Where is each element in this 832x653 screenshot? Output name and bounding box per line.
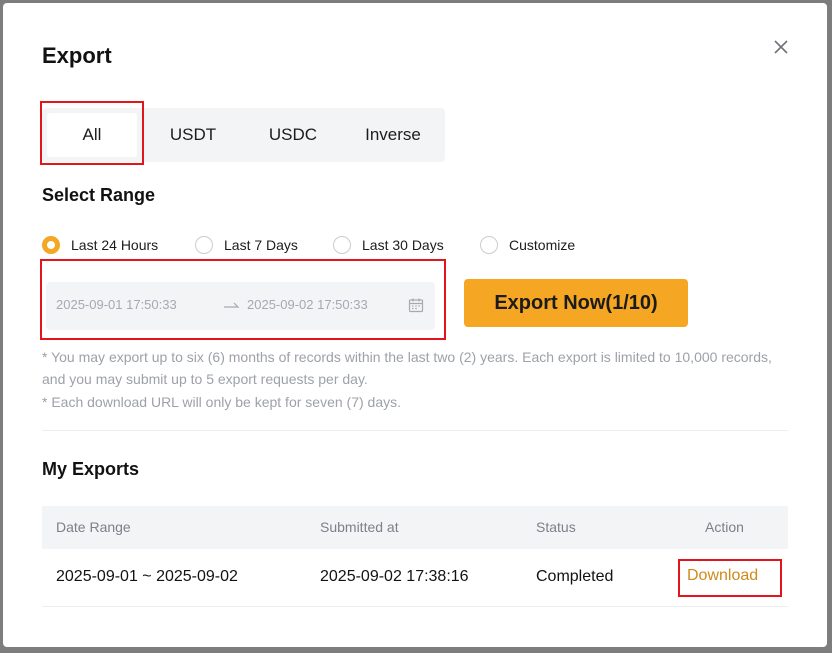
close-button[interactable] — [773, 39, 789, 55]
column-header-action: Action — [705, 519, 744, 535]
end-date-field[interactable]: 2025-09-02 17:50:33 — [247, 297, 368, 312]
calendar-icon[interactable] — [408, 297, 424, 313]
cell-date-range: 2025-09-01 ~ 2025-09-02 — [56, 568, 238, 585]
dialog-title: Export — [42, 43, 112, 68]
select-range-label: Select Range — [42, 185, 156, 205]
radio-customize[interactable]: Customize — [480, 235, 575, 255]
cell-status: Completed — [536, 568, 614, 585]
column-header-submitted-at: Submitted at — [320, 519, 399, 535]
arrow-right-icon — [221, 294, 241, 314]
radio-unchecked-icon — [195, 236, 213, 254]
tab-usdc[interactable]: USDC — [248, 113, 338, 157]
radio-checked-icon — [42, 236, 60, 254]
date-range-picker[interactable]: 2025-09-01 17:50:33 2025-09-02 17:50:33 — [46, 282, 435, 330]
product-tabs: All USDT USDC Inverse — [42, 108, 445, 162]
export-limit-note: * You may export up to six (6) months of… — [42, 349, 772, 387]
radio-last-30-days[interactable]: Last 30 Days — [333, 235, 444, 255]
url-expiry-note: * Each download URL will only be kept fo… — [42, 394, 401, 410]
export-dialog: Export All USDT USDC Inverse Select Rang… — [3, 3, 827, 647]
tab-inverse[interactable]: Inverse — [348, 113, 438, 157]
column-header-date-range: Date Range — [56, 519, 131, 535]
radio-label: Last 24 Hours — [71, 237, 159, 253]
my-exports-label: My Exports — [42, 459, 140, 479]
exports-table: Date Range Submitted at Status Action 20… — [42, 506, 788, 607]
column-header-status: Status — [536, 519, 576, 535]
radio-unchecked-icon — [480, 236, 498, 254]
close-icon — [773, 39, 789, 55]
radio-label: Last 30 Days — [362, 237, 444, 253]
export-now-button[interactable]: Export Now(1/10) — [464, 279, 688, 327]
radio-last-24-hours[interactable]: Last 24 Hours — [42, 235, 158, 255]
cell-submitted-at: 2025-09-02 17:38:16 — [320, 568, 469, 585]
radio-label: Customize — [509, 237, 576, 253]
start-date-field[interactable]: 2025-09-01 17:50:33 — [56, 297, 177, 312]
download-link[interactable]: Download — [687, 567, 758, 585]
section-divider — [42, 430, 788, 431]
radio-last-7-days[interactable]: Last 7 Days — [195, 235, 298, 255]
tab-usdt[interactable]: USDT — [148, 113, 238, 157]
table-row: 2025-09-01 ~ 2025-09-02 2025-09-02 17:38… — [42, 549, 788, 607]
tab-all[interactable]: All — [47, 113, 137, 157]
radio-unchecked-icon — [333, 236, 351, 254]
radio-label: Last 7 Days — [224, 237, 298, 253]
table-header: Date Range Submitted at Status Action — [42, 506, 788, 549]
